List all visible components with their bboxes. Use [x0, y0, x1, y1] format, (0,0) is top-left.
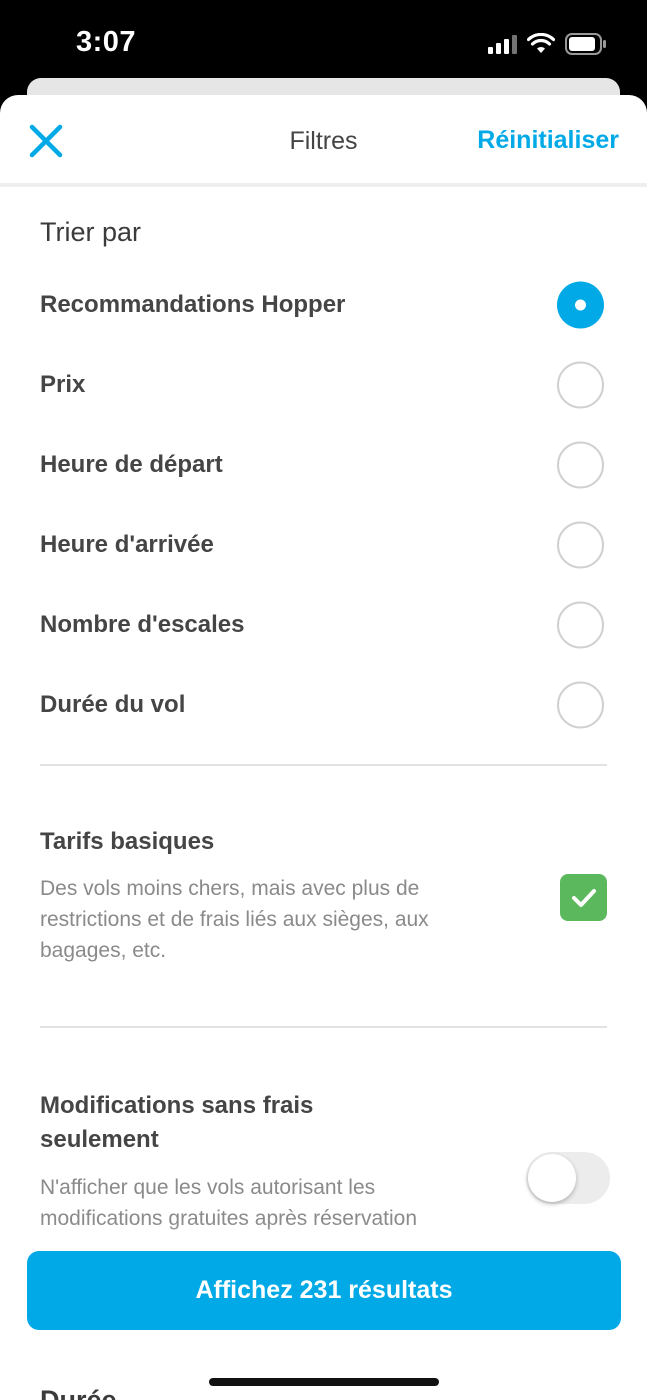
- sort-option-label: Prix: [40, 371, 86, 398]
- radio-unselected[interactable]: [557, 601, 604, 649]
- free-changes-title: Modifications sans frais seulement: [40, 1092, 314, 1153]
- reset-button[interactable]: Réinitialiser: [477, 126, 619, 155]
- radio-selected[interactable]: [557, 281, 604, 329]
- sort-option-label: Nombre d'escales: [40, 611, 245, 638]
- sort-option-price[interactable]: Prix: [0, 345, 647, 425]
- radio-unselected[interactable]: [557, 521, 604, 569]
- basic-fares-checkbox[interactable]: [560, 874, 607, 921]
- sort-option-duration[interactable]: Durée du vol: [0, 665, 647, 745]
- sort-section-title: Trier par: [40, 217, 142, 247]
- status-time: 3:07: [76, 26, 137, 58]
- basic-fares-description: Des vols moins chers, mais avec plus de …: [40, 877, 429, 962]
- home-indicator: [209, 1378, 439, 1386]
- sort-option-recommended[interactable]: Recommandations Hopper: [0, 265, 647, 345]
- divider: [40, 764, 607, 766]
- show-results-button[interactable]: Affichez 231 résultats: [27, 1251, 621, 1330]
- free-changes-description: N'afficher que les vols autorisant les m…: [40, 1176, 418, 1230]
- status-icons: [488, 30, 607, 58]
- toggle-knob: [528, 1154, 576, 1202]
- filters-sheet: Filtres Réinitialiser Trier par Recomman…: [0, 95, 647, 1400]
- checkmark-icon: [571, 888, 596, 907]
- sheet-header: Filtres Réinitialiser: [0, 95, 647, 187]
- divider: [40, 1026, 607, 1028]
- sort-option-arrival-time[interactable]: Heure d'arrivée: [0, 505, 647, 585]
- battery-icon: [565, 33, 606, 55]
- radio-unselected[interactable]: [557, 361, 604, 409]
- sort-option-label: Heure d'arrivée: [40, 531, 214, 558]
- sort-option-label: Recommandations Hopper: [40, 291, 346, 318]
- sort-option-departure-time[interactable]: Heure de départ: [0, 425, 647, 505]
- status-bar: 3:07: [0, 0, 647, 80]
- duration-section-title: Durée: [40, 1385, 117, 1400]
- free-changes-toggle[interactable]: [526, 1152, 610, 1204]
- cellular-signal-icon: [488, 34, 517, 54]
- radio-unselected[interactable]: [557, 681, 604, 729]
- sort-option-stops[interactable]: Nombre d'escales: [0, 585, 647, 665]
- basic-fares-title: Tarifs basiques: [40, 828, 215, 855]
- radio-unselected[interactable]: [557, 441, 604, 489]
- sort-option-label: Durée du vol: [40, 691, 186, 718]
- sort-option-label: Heure de départ: [40, 451, 223, 478]
- wifi-icon: [527, 33, 555, 53]
